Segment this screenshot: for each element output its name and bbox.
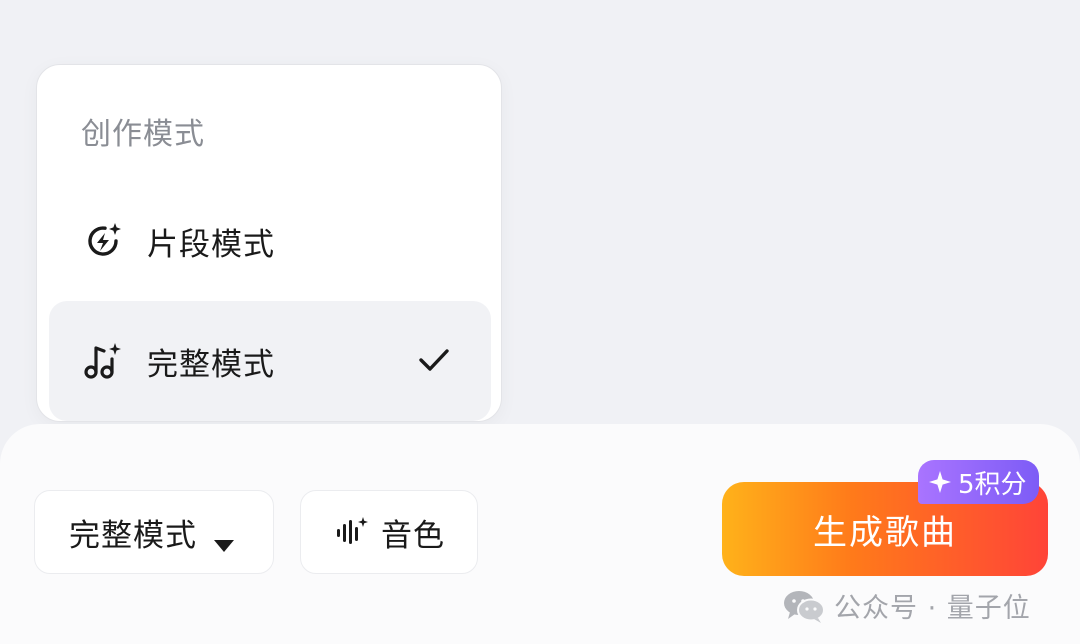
bottom-panel: 完整模式 音色 生成歌曲 5积分 公众号 · 量子位 (0, 424, 1080, 644)
menu-title: 创作模式 (81, 117, 205, 152)
lightning-sparkle-icon (81, 219, 125, 263)
watermark-text: 公众号 · 量子位 (834, 593, 1031, 624)
sparkle-icon (928, 470, 952, 494)
voice-button[interactable]: 音色 (300, 490, 478, 574)
checkmark-icon (417, 345, 451, 375)
menu-item-full-mode[interactable]: 完整模式 (49, 301, 491, 421)
creation-mode-menu: 创作模式 片段模式 完整模式 (36, 64, 502, 422)
generate-song-label: 生成歌曲 (813, 512, 957, 553)
music-note-sparkle-icon (81, 339, 125, 383)
mode-select-button[interactable]: 完整模式 (34, 490, 274, 574)
menu-item-label: 完整模式 (147, 346, 275, 383)
caret-down-icon (213, 525, 235, 552)
mode-select-label: 完整模式 (69, 517, 197, 554)
watermark: 公众号 · 量子位 (782, 586, 1031, 625)
menu-item-clip-mode[interactable]: 片段模式 (49, 181, 491, 301)
voice-label: 音色 (381, 517, 445, 554)
wechat-icon (782, 588, 826, 624)
menu-item-label: 片段模式 (147, 226, 275, 263)
credits-badge: 5积分 (918, 460, 1039, 504)
sound-wave-sparkle-icon (335, 515, 369, 549)
credits-badge-label: 5积分 (958, 469, 1027, 500)
stage: 创作模式 片段模式 完整模式 完整模式 音色 生成歌曲 5积分 公众号 · 量子… (0, 0, 1080, 644)
